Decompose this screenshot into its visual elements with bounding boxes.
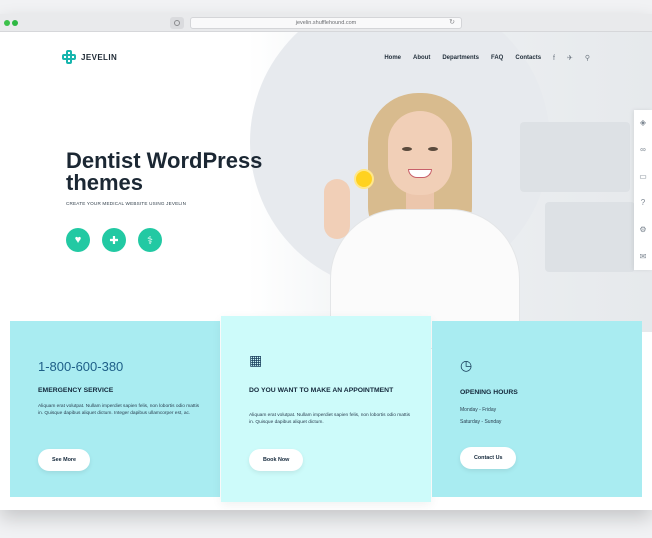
site-logo[interactable]: JEVELIN <box>62 50 117 64</box>
browser-window: jevelin.shufflehound.com ↻ JEVELIN Home … <box>0 14 652 510</box>
address-bar-url: jevelin.shufflehound.com <box>295 20 357 26</box>
nav-about[interactable]: About <box>413 55 430 61</box>
opening-hours-heading: OPENING HOURS <box>460 389 518 396</box>
appointment-card: ▦ DO YOU WANT TO MAKE AN APPOINTMENT Ali… <box>221 316 431 502</box>
logo-text: JEVELIN <box>81 52 118 62</box>
see-more-button[interactable]: See More <box>38 449 90 471</box>
clinic-cabinet <box>545 202 635 272</box>
address-bar[interactable]: jevelin.shufflehound.com ↻ <box>190 17 462 29</box>
stethoscope-icon[interactable]: ⚕ <box>138 228 162 252</box>
help-icon[interactable]: ? <box>641 198 645 208</box>
smile-shape <box>408 169 432 178</box>
emergency-text: Aliquam erat volutpat. Nullam imperdiet … <box>38 404 200 416</box>
hours-weekend: Saturday - Sunday <box>460 419 502 425</box>
book-now-button[interactable]: Book Now <box>249 449 304 471</box>
face-shape <box>388 111 452 195</box>
hero-icon-row: ♥ ✚ ⚕ <box>66 228 162 252</box>
contact-us-button[interactable]: Contact Us <box>460 447 517 469</box>
hero-model-image <box>320 87 540 349</box>
settings-icon[interactable]: ⚙ <box>639 225 646 235</box>
calendar-icon: ▦ <box>249 352 263 368</box>
emergency-heading: EMERGENCY SERVICE <box>38 387 114 394</box>
main-nav: Home About Departments FAQ Contacts f ✈ … <box>384 54 590 63</box>
browser-toolbar: jevelin.shufflehound.com ↻ <box>0 14 652 32</box>
window-control-dot[interactable] <box>12 20 18 26</box>
mail-icon[interactable]: ✉ <box>640 252 647 262</box>
twitter-icon[interactable]: ✈ <box>567 54 573 62</box>
first-aid-kit-icon[interactable]: ✚ <box>102 228 126 252</box>
privacy-icon[interactable] <box>170 17 184 29</box>
hours-weekdays: Monday - Friday <box>460 407 497 413</box>
facebook-icon[interactable]: f <box>553 55 555 62</box>
lemon-slice-shape <box>354 169 374 189</box>
clipboard-icon[interactable]: ▭ <box>639 172 647 182</box>
side-toolbar: ◈ ∞ ▭ ? ⚙ ✉ <box>634 110 652 270</box>
appointment-text: Aliquam erat volutpat. Nullam imperdiet … <box>249 413 411 425</box>
page-viewport: JEVELIN Home About Departments FAQ Conta… <box>0 32 652 510</box>
clock-icon: ◷ <box>460 357 473 373</box>
reload-icon[interactable]: ↻ <box>449 18 455 28</box>
heart-pulse-icon[interactable]: ♥ <box>66 228 90 252</box>
eye-shape <box>428 147 438 151</box>
hand-shape <box>324 179 350 239</box>
nav-home[interactable]: Home <box>384 55 401 61</box>
appointment-heading: DO YOU WANT TO MAKE AN APPOINTMENT <box>249 387 394 394</box>
nav-contacts[interactable]: Contacts <box>515 55 541 61</box>
window-control-dot[interactable] <box>4 20 10 26</box>
layers-icon[interactable]: ◈ <box>640 118 646 128</box>
nav-departments[interactable]: Departments <box>442 55 479 61</box>
opening-hours-card: ◷ OPENING HOURS Monday - Friday Saturday… <box>432 321 642 497</box>
nav-faq[interactable]: FAQ <box>491 55 503 61</box>
hero-title: Dentist WordPress themes <box>66 148 263 195</box>
search-icon[interactable]: ⚲ <box>585 54 590 62</box>
glasses-icon[interactable]: ∞ <box>640 145 646 155</box>
logo-cross-icon <box>62 50 76 64</box>
hero-subtitle: CREATE YOUR MEDICAL WEBSITE USING JEVELI… <box>66 201 187 206</box>
eye-shape <box>402 147 412 151</box>
emergency-phone[interactable]: 1-800-600-380 <box>38 359 123 374</box>
emergency-card: 1-800-600-380 EMERGENCY SERVICE Aliquam … <box>10 321 220 497</box>
